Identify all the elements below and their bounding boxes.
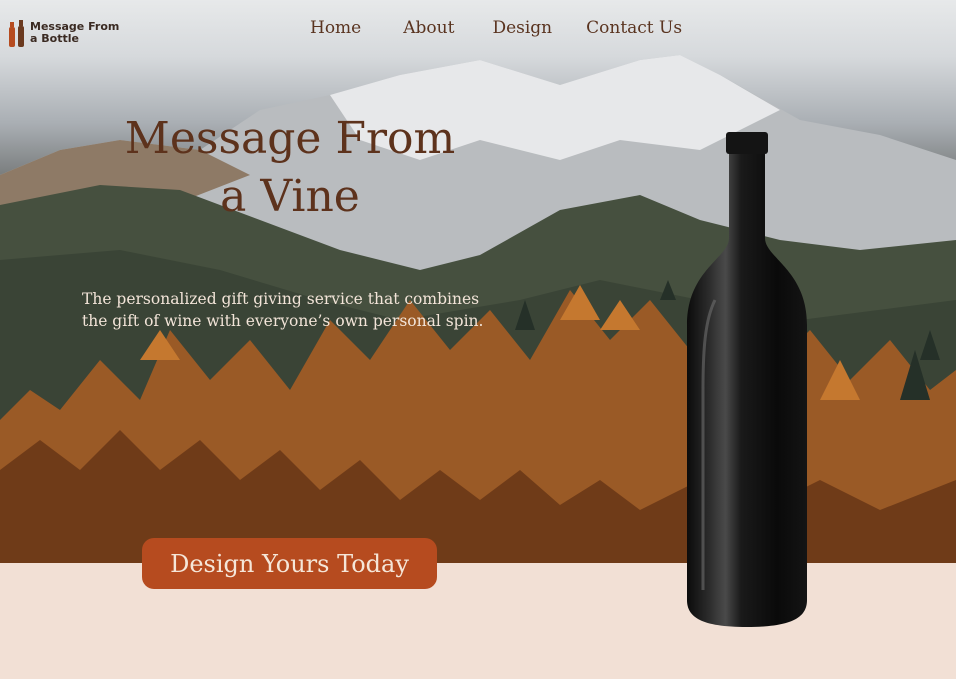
nav-contact-link[interactable]: Contact Us bbox=[576, 18, 692, 38]
landing-page: Message From a Bottle Home About Design … bbox=[0, 0, 956, 679]
nav-design-link[interactable]: Design bbox=[482, 18, 562, 38]
hero-headline: Message From a Vine bbox=[120, 110, 460, 226]
hero-tagline: The personalized gift giving service tha… bbox=[82, 290, 484, 330]
hero-headline-line2: a Vine bbox=[220, 171, 360, 222]
hero-background bbox=[0, 0, 956, 563]
design-yours-today-button[interactable]: Design Yours Today bbox=[142, 538, 437, 589]
nav-about-link[interactable]: About bbox=[393, 18, 464, 38]
wine-bottles-icon bbox=[8, 18, 26, 48]
brand-name: Message From a Bottle bbox=[30, 21, 130, 45]
brand-logo[interactable]: Message From a Bottle bbox=[8, 18, 130, 48]
nav-home-link[interactable]: Home bbox=[300, 18, 371, 38]
wine-bottle-icon bbox=[685, 130, 809, 634]
mountain-forest-image bbox=[0, 55, 956, 563]
hero-headline-line1: Message From bbox=[124, 113, 456, 164]
brand-name-line2: a Bottle bbox=[30, 32, 79, 45]
main-nav: Home About Design Contact Us bbox=[300, 18, 692, 38]
